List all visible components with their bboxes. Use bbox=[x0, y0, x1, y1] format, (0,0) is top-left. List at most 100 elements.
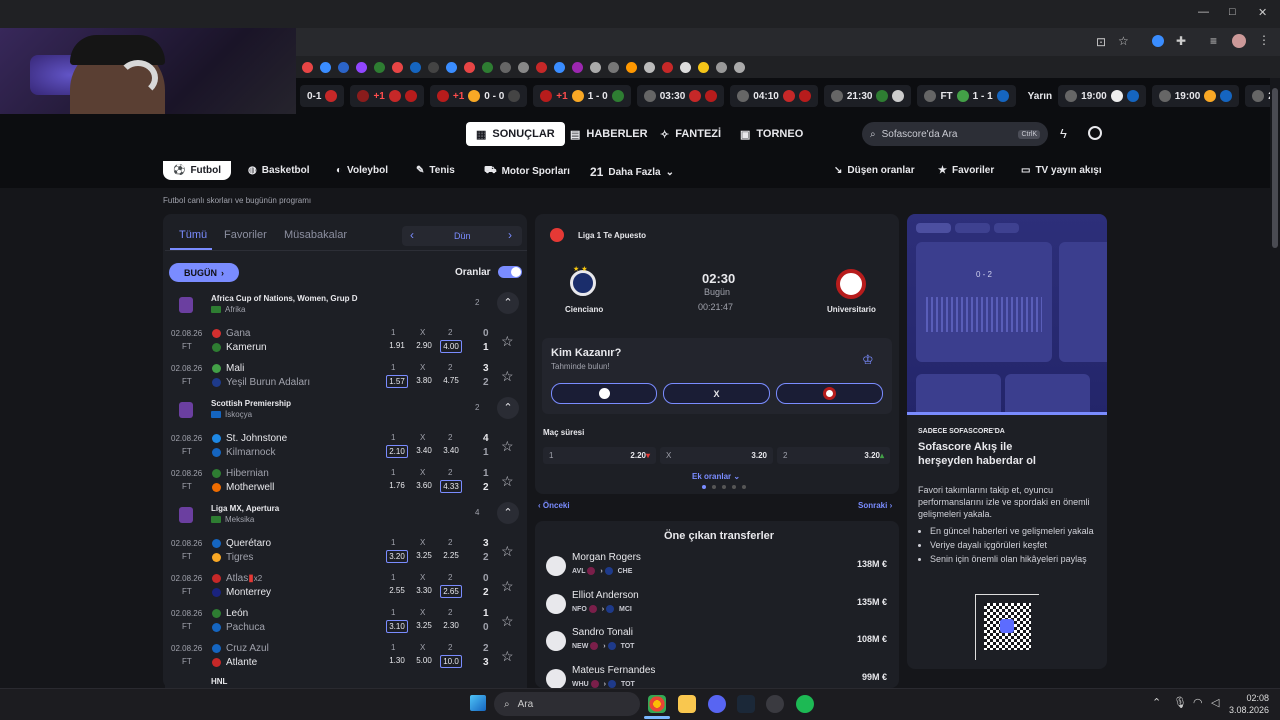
match-row[interactable]: 02.08.26 FT Gana Kamerun 1 X 2 1.91 2.90 4.00 0 1 ☆ bbox=[165, 325, 527, 360]
live-match-chip[interactable]: 04:10 bbox=[730, 85, 818, 107]
favorites-link[interactable]: ★ Favoriler bbox=[938, 165, 994, 176]
nav-torneo[interactable]: ▣ TORNEO bbox=[730, 122, 813, 146]
app-icon[interactable] bbox=[766, 695, 784, 713]
match-row[interactable]: 02.08.26 FT Querétaro Tigres 1 X 2 3.20 3.25 2.25… bbox=[165, 535, 527, 570]
tab-favorites[interactable]: Favoriler bbox=[224, 229, 267, 241]
league-header[interactable]: Africa Cup of Nations, Women, Grup D Afri… bbox=[165, 290, 527, 325]
spotify-icon[interactable] bbox=[796, 695, 814, 713]
mic-icon[interactable]: 🎙 bbox=[1173, 696, 1187, 709]
favorite-star-icon[interactable]: ☆ bbox=[501, 438, 514, 455]
collapse-chevron-icon[interactable]: ⌃ bbox=[497, 502, 519, 524]
odds-2[interactable]: 10.0 bbox=[440, 655, 462, 668]
scrollbar-thumb[interactable] bbox=[1272, 88, 1278, 248]
transfer-row[interactable]: Sandro Tonali NEW › TOT 108M € bbox=[543, 625, 893, 659]
tab-competitions[interactable]: Müsabakalar bbox=[284, 229, 347, 241]
next-button[interactable]: Sonraki › bbox=[858, 501, 892, 510]
bookmark-icon[interactable] bbox=[338, 61, 349, 73]
sport-motorsport[interactable]: ⛟ Motor Sporları bbox=[484, 165, 570, 178]
away-team-name[interactable]: Universitario bbox=[827, 305, 876, 314]
live-match-chip[interactable]: +1 bbox=[350, 85, 424, 107]
live-match-chip[interactable]: FT 1 - 1 bbox=[917, 85, 1016, 107]
bookmark-icon[interactable] bbox=[500, 61, 511, 73]
odds-1[interactable]: 1.57 bbox=[386, 375, 408, 388]
bookmark-icon[interactable] bbox=[572, 61, 583, 73]
favorite-star-icon[interactable]: ☆ bbox=[501, 368, 514, 385]
chevron-up-icon[interactable]: ⌃ bbox=[1152, 696, 1161, 709]
live-match-chip[interactable]: +1 0 - 0 bbox=[429, 85, 528, 107]
transfer-row[interactable]: Morgan Rogers AVL › CHE 138M € bbox=[543, 550, 893, 584]
bookmark-icon[interactable] bbox=[680, 61, 691, 73]
odds-1[interactable]: 1.91 bbox=[386, 340, 408, 351]
user-icon[interactable] bbox=[1088, 126, 1102, 140]
odds-x[interactable]: 2.90 bbox=[413, 340, 435, 351]
favorite-star-icon[interactable]: ☆ bbox=[501, 648, 514, 665]
nav-news[interactable]: ▤ HABERLER bbox=[560, 122, 658, 146]
odds-x[interactable]: 3.25 bbox=[413, 550, 435, 561]
odds-x[interactable]: 3.60 bbox=[413, 480, 435, 491]
bookmark-icon[interactable] bbox=[590, 61, 601, 73]
sport-more[interactable]: 21 Daha Fazla ⌄ bbox=[590, 165, 674, 179]
bookmark-icon[interactable] bbox=[734, 61, 745, 73]
taskbar-search[interactable]: ⌕ Ara bbox=[494, 692, 640, 716]
odds-1[interactable]: 1.30 bbox=[386, 655, 408, 666]
bookmark-icon[interactable] bbox=[374, 61, 385, 73]
home-team-logo[interactable] bbox=[570, 270, 596, 296]
extension-icon[interactable] bbox=[1152, 35, 1164, 47]
bookmark-icon[interactable] bbox=[608, 61, 619, 73]
file-explorer-icon[interactable] bbox=[678, 695, 696, 713]
odds-x[interactable]: 3.80 bbox=[413, 375, 435, 386]
favorite-star-icon[interactable]: ☆ bbox=[501, 578, 514, 595]
prev-button[interactable]: ‹ Önceki bbox=[538, 501, 570, 510]
puzzle-icon[interactable]: ✚ bbox=[1176, 34, 1186, 48]
odds-1[interactable]: 2.10 bbox=[386, 445, 408, 458]
favorite-star-icon[interactable]: ☆ bbox=[501, 613, 514, 630]
clock-date[interactable]: 3.08.2026 bbox=[1220, 705, 1269, 715]
dropping-odds-link[interactable]: ↘ Düşen oranlar bbox=[834, 165, 915, 176]
predict-away-button[interactable] bbox=[776, 383, 883, 404]
match-row[interactable]: 02.08.26 FT León Pachuca 1 X 2 3.10 3.25 2.30 1 0 ☆ bbox=[165, 605, 527, 640]
chevron-right-icon[interactable]: › bbox=[508, 228, 512, 242]
bookmark-icon[interactable] bbox=[698, 61, 709, 73]
minimize-icon[interactable]: — bbox=[1198, 6, 1209, 18]
match-row[interactable]: 02.08.26 FT Mali Yeşil Burun Adaları 1 X 2 1.57… bbox=[165, 360, 527, 395]
bookmark-icon[interactable] bbox=[302, 61, 313, 73]
odds-button[interactable]: 2 3.20▴ bbox=[777, 447, 890, 464]
odds-2[interactable]: 3.40 bbox=[440, 445, 462, 456]
bookmark-star-icon[interactable]: ☆ bbox=[1118, 34, 1129, 48]
live-match-chip[interactable]: +1 1 - 0 bbox=[533, 85, 631, 107]
bookmark-icon[interactable] bbox=[482, 61, 493, 73]
league-header[interactable]: Liga MX, Apertura Meksika 4 ⌃ bbox=[165, 500, 527, 535]
favorite-star-icon[interactable]: ☆ bbox=[501, 473, 514, 490]
match-row[interactable]: 02.08.26 FT Cruz Azul Atlante 1 X 2 1.30 5.00 10.… bbox=[165, 640, 527, 675]
discord-icon[interactable] bbox=[708, 695, 726, 713]
live-match-chip[interactable]: 21:30 bbox=[823, 85, 912, 107]
tv-schedule-link[interactable]: ▭ TV yayın akışı bbox=[1021, 165, 1102, 176]
bookmark-icon[interactable] bbox=[554, 61, 565, 73]
lightning-icon[interactable]: ϟ bbox=[1060, 126, 1067, 141]
tab-search-icon[interactable]: ≡ bbox=[1210, 34, 1217, 48]
windows-start-icon[interactable] bbox=[470, 695, 486, 711]
favorite-star-icon[interactable]: ☆ bbox=[501, 543, 514, 560]
bookmark-icon[interactable] bbox=[464, 61, 475, 73]
today-button[interactable]: BUGÜN › bbox=[169, 263, 239, 282]
odds-2[interactable]: 2.30 bbox=[440, 620, 462, 631]
close-icon[interactable]: ✕ bbox=[1258, 6, 1267, 19]
odds-2[interactable]: 4.33 bbox=[440, 480, 462, 493]
live-match-chip[interactable]: 03:30 bbox=[636, 85, 725, 107]
odds-button[interactable]: X 3.20 bbox=[660, 447, 773, 464]
wifi-icon[interactable]: ◠ bbox=[1193, 696, 1203, 709]
predict-home-button[interactable] bbox=[551, 383, 657, 404]
profile-avatar[interactable] bbox=[1232, 34, 1246, 48]
bookmark-icon[interactable] bbox=[410, 61, 421, 73]
menu-kebab-icon[interactable]: ⋮ bbox=[1258, 33, 1270, 47]
search-input[interactable]: ⌕ Sofascore'da Ara CtrlK bbox=[862, 122, 1048, 146]
tab-all[interactable]: Tümü bbox=[179, 229, 207, 241]
nav-fantasy[interactable]: ✧ FANTEZİ bbox=[650, 122, 731, 146]
sport-basketball[interactable]: ◍ Basketbol bbox=[248, 165, 310, 176]
bookmark-icon[interactable] bbox=[518, 61, 529, 73]
match-row[interactable]: 02.08.26 FT St. Johnstone Kilmarnock 1 X 2 2.10… bbox=[165, 430, 527, 465]
odds-toggle[interactable] bbox=[498, 266, 522, 278]
bookmark-icon[interactable] bbox=[662, 61, 673, 73]
sport-volleyball[interactable]: ◐ Voleybol bbox=[336, 165, 388, 176]
match-row[interactable]: 02.08.26 FT Atlas▮x2 Monterrey 1 X 2 2.55 3.30 2.… bbox=[165, 570, 527, 605]
